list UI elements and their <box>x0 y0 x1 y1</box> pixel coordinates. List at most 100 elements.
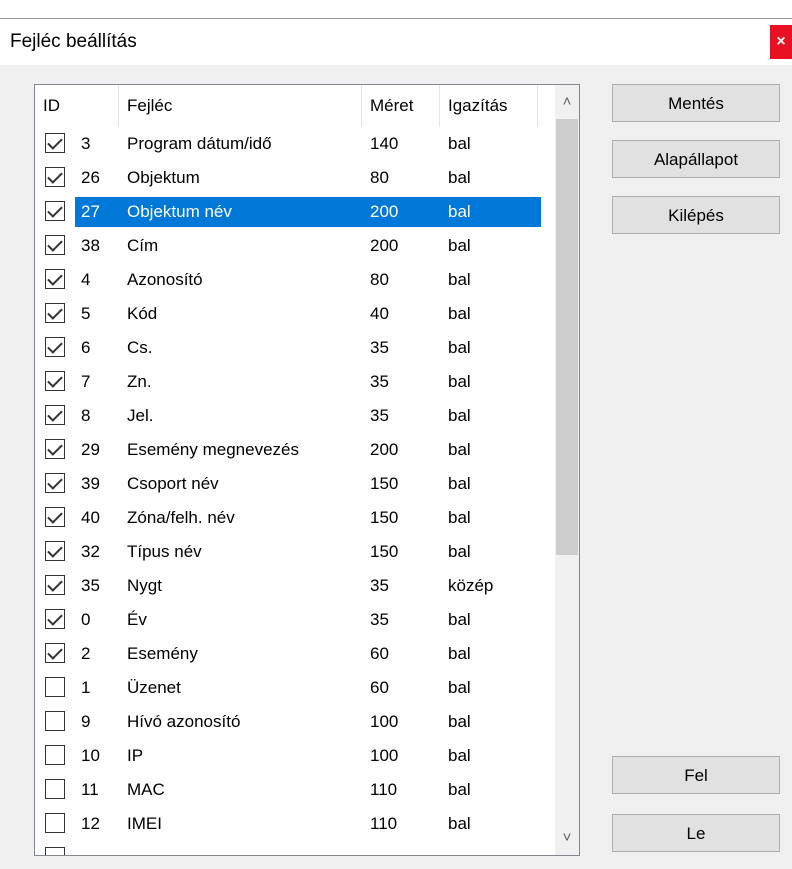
row-checkbox[interactable] <box>45 269 65 289</box>
title-bar: Fejléc beállítás × <box>0 19 792 65</box>
list-item[interactable]: 38 Cím 200 bal <box>35 229 555 263</box>
row-id: 4 <box>81 270 91 289</box>
row-align: bal <box>448 610 471 629</box>
list-item[interactable]: 10 IP 100 bal <box>35 739 555 773</box>
list-item[interactable]: 39 Csoport név 150 bal <box>35 467 555 501</box>
row-id: 10 <box>81 746 100 765</box>
row-checkbox[interactable] <box>45 541 65 561</box>
row-align: bal <box>448 814 471 833</box>
row-checkbox[interactable] <box>45 677 65 697</box>
row-checkbox[interactable] <box>45 473 65 493</box>
row-id: 32 <box>81 542 100 561</box>
list-item[interactable]: 29 Esemény megnevezés 200 bal <box>35 433 555 467</box>
row-checkbox[interactable] <box>45 575 65 595</box>
row-checkbox[interactable] <box>45 303 65 323</box>
list-item[interactable]: 12 IMEI 110 bal <box>35 807 555 841</box>
row-checkbox[interactable] <box>45 847 65 855</box>
move-down-button[interactable]: Le <box>612 814 780 852</box>
row-checkbox[interactable] <box>45 643 65 663</box>
row-id: 2 <box>81 644 91 663</box>
background-window-strip <box>0 0 792 19</box>
chevron-up-icon[interactable]: ˄ <box>555 85 579 119</box>
list-header: ID Fejléc Méret Igazítás <box>35 85 555 127</box>
list-item[interactable]: 8 Jel. 35 bal <box>35 399 555 433</box>
exit-button[interactable]: Kilépés <box>612 196 780 234</box>
vertical-scrollbar[interactable]: ˄ ˅ <box>555 85 579 855</box>
row-id: 39 <box>81 474 100 493</box>
list-item[interactable]: 11 MAC 110 bal <box>35 773 555 807</box>
row-size: 110 <box>370 814 398 833</box>
reset-button[interactable]: Alapállapot <box>612 140 780 178</box>
row-checkbox[interactable] <box>45 235 65 255</box>
row-align: bal <box>448 270 471 289</box>
list-item[interactable]: 7 Zn. 35 bal <box>35 365 555 399</box>
row-checkbox[interactable] <box>45 779 65 799</box>
row-title: Cím <box>127 236 159 255</box>
list-item[interactable]: 1 Üzenet 60 bal <box>35 671 555 705</box>
row-title: IMEI <box>127 814 162 833</box>
list-item[interactable] <box>35 841 555 855</box>
row-align: bal <box>448 542 471 561</box>
row-size: 140 <box>370 134 399 153</box>
row-align: bal <box>448 508 471 527</box>
row-size: 35 <box>370 610 389 629</box>
row-id: 7 <box>81 372 91 391</box>
row-checkbox[interactable] <box>45 167 65 187</box>
row-checkbox[interactable] <box>45 813 65 833</box>
row-checkbox[interactable] <box>45 507 65 527</box>
list-item[interactable]: 32 Típus név 150 bal <box>35 535 555 569</box>
column-list[interactable]: ID Fejléc Méret Igazítás 3 Program dátum/… <box>34 84 580 856</box>
row-id: 11 <box>81 780 99 799</box>
row-align: bal <box>448 644 471 663</box>
row-size: 60 <box>370 678 389 697</box>
list-item[interactable]: 6 Cs. 35 bal <box>35 331 555 365</box>
save-button[interactable]: Mentés <box>612 84 780 122</box>
row-align: bal <box>448 134 471 153</box>
list-item[interactable]: 9 Hívó azonosító 100 bal <box>35 705 555 739</box>
move-up-button[interactable]: Fel <box>612 756 780 794</box>
row-align: bal <box>448 712 471 731</box>
row-align: bal <box>448 440 471 459</box>
row-checkbox[interactable] <box>45 405 65 425</box>
list-item[interactable]: 35 Nygt 35 közép <box>35 569 555 603</box>
close-button[interactable]: × <box>770 25 792 59</box>
row-checkbox[interactable] <box>45 133 65 153</box>
row-checkbox[interactable] <box>45 711 65 731</box>
row-align: bal <box>448 780 471 799</box>
row-id: 27 <box>81 202 100 221</box>
chevron-down-icon[interactable]: ˅ <box>555 821 579 855</box>
row-checkbox[interactable] <box>45 371 65 391</box>
row-checkbox[interactable] <box>45 337 65 357</box>
row-id: 5 <box>81 304 91 323</box>
row-checkbox[interactable] <box>45 201 65 221</box>
row-checkbox[interactable] <box>45 745 65 765</box>
list-item[interactable]: 26 Objektum 80 bal <box>35 161 555 195</box>
list-item[interactable]: 2 Esemény 60 bal <box>35 637 555 671</box>
row-id: 29 <box>81 440 100 459</box>
list-item[interactable]: 4 Azonosító 80 bal <box>35 263 555 297</box>
scroll-thumb[interactable] <box>556 119 578 555</box>
list-item[interactable]: 27 Objektum név 200 bal <box>35 195 555 229</box>
window-title: Fejléc beállítás <box>10 31 137 52</box>
row-title: Üzenet <box>127 678 181 697</box>
row-id: 26 <box>81 168 100 187</box>
row-title: Program dátum/idő <box>127 134 272 153</box>
list-item[interactable]: 3 Program dátum/idő 140 bal <box>35 127 555 161</box>
column-header-align[interactable]: Igazítás <box>440 85 538 127</box>
column-header-id[interactable]: ID <box>35 85 119 127</box>
row-checkbox[interactable] <box>45 439 65 459</box>
list-item[interactable]: 0 Év 35 bal <box>35 603 555 637</box>
row-id: 6 <box>81 338 91 357</box>
column-header-size[interactable]: Méret <box>362 85 440 127</box>
row-checkbox[interactable] <box>45 609 65 629</box>
row-title: Év <box>127 610 147 629</box>
row-align: bal <box>448 406 471 425</box>
row-title: Hívó azonosító <box>127 712 241 731</box>
row-align: bal <box>448 168 471 187</box>
column-header-title[interactable]: Fejléc <box>119 85 362 127</box>
list-item[interactable]: 40 Zóna/felh. név 150 bal <box>35 501 555 535</box>
row-id: 0 <box>81 610 91 629</box>
row-size: 200 <box>370 202 399 221</box>
row-size: 100 <box>370 746 399 765</box>
list-item[interactable]: 5 Kód 40 bal <box>35 297 555 331</box>
